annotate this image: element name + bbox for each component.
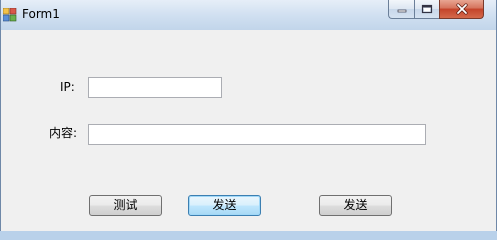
content-input[interactable] (88, 124, 426, 145)
main-window: Form1 IP: 内容: 测试 发送 发送 (0, 0, 497, 231)
form-app-icon[interactable] (2, 7, 17, 22)
title-bar[interactable]: Form1 (1, 0, 496, 30)
caption-buttons (388, 0, 484, 20)
close-button[interactable] (439, 0, 484, 19)
send-button-1[interactable]: 发送 (188, 195, 261, 216)
maximize-icon (421, 4, 433, 14)
send-button-2[interactable]: 发送 (319, 195, 392, 216)
form-client-area: IP: 内容: 测试 发送 发送 (1, 30, 496, 231)
test-button[interactable]: 测试 (89, 195, 162, 216)
content-label: 内容: (49, 126, 78, 140)
window-title: Form1 (22, 7, 60, 21)
maximize-button[interactable] (414, 0, 439, 19)
ip-input[interactable] (88, 77, 222, 98)
ip-label: IP: (60, 80, 75, 94)
minimize-icon (397, 9, 406, 13)
close-icon (455, 3, 468, 15)
minimize-button[interactable] (388, 0, 414, 19)
